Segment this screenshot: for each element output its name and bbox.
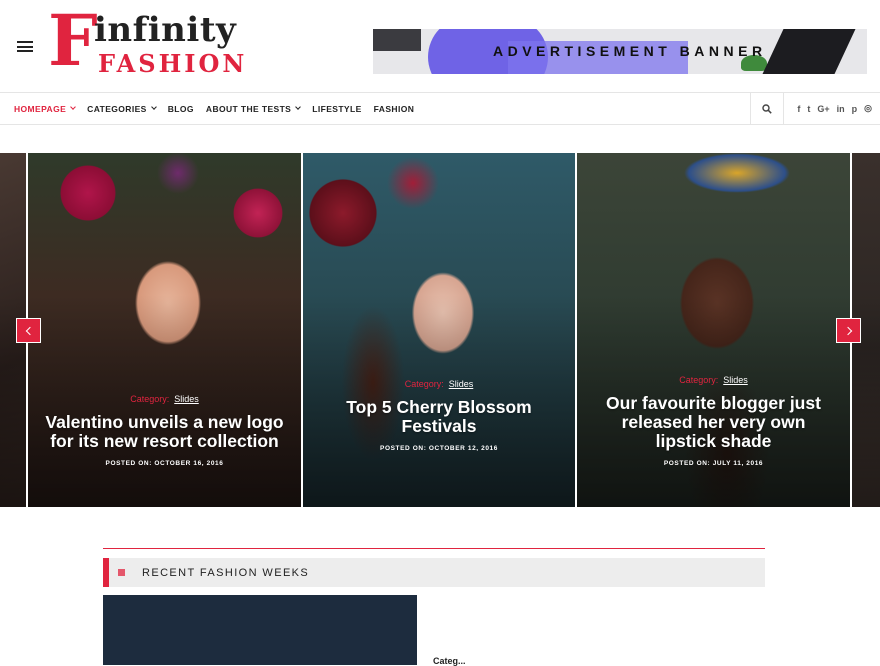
chevron-down-icon bbox=[150, 104, 157, 110]
ad-text: ADVERTISEMENT BANNER bbox=[493, 43, 767, 59]
category-prefix: Category: bbox=[679, 375, 719, 385]
featured-slider: Category: Slides Valentino unveils a new … bbox=[0, 153, 880, 507]
ad-shape bbox=[762, 29, 856, 74]
search-button[interactable] bbox=[750, 93, 785, 124]
category-link[interactable]: Slides bbox=[449, 379, 474, 389]
nav-item-blog[interactable]: BLOG bbox=[168, 104, 194, 114]
slide-card[interactable]: Category: Slides Our favourite blogger ju… bbox=[577, 153, 850, 507]
site-logo[interactable]: F infinity FASHION bbox=[48, 6, 258, 80]
category-link[interactable]: Slides bbox=[723, 375, 748, 385]
section-heading: RECENT FASHION WEEKS bbox=[142, 566, 310, 579]
section-divider bbox=[103, 548, 765, 549]
category-link[interactable]: Slides bbox=[174, 394, 199, 404]
chevron-right-icon bbox=[843, 326, 852, 335]
nav-item-fashion[interactable]: FASHION bbox=[374, 104, 415, 114]
nav-item-about-the-tests[interactable]: ABOUT THE TESTS bbox=[206, 104, 302, 114]
pinterest-icon[interactable]: p bbox=[852, 104, 858, 114]
square-bullet-icon bbox=[118, 569, 125, 576]
twitter-icon[interactable]: t bbox=[807, 104, 810, 114]
post-thumbnail[interactable] bbox=[103, 595, 417, 665]
menu-icon[interactable] bbox=[17, 41, 33, 52]
nav-tools: f t G+ in p ◎ bbox=[750, 93, 880, 124]
slide-caption: Category: Slides Valentino unveils a new … bbox=[28, 394, 301, 467]
post-category-label: Categ... bbox=[433, 656, 466, 666]
recent-fashion-weeks-section: RECENT FASHION WEEKS bbox=[103, 548, 765, 587]
facebook-icon[interactable]: f bbox=[797, 104, 800, 114]
google-plus-icon[interactable]: G+ bbox=[817, 104, 829, 114]
category-prefix: Category: bbox=[404, 379, 444, 389]
post-date: POSTED ON: OCTOBER 12, 2016 bbox=[380, 445, 498, 452]
logo-word-infinity: infinity bbox=[94, 10, 237, 50]
main-navigation: HOMEPAGE CATEGORIES BLOG ABOUT THE TESTS… bbox=[0, 92, 880, 125]
keyboard-graphic bbox=[373, 29, 421, 51]
category-prefix: Category: bbox=[130, 394, 170, 404]
slide-caption: Category: Slides Top 5 Cherry Blossom Fes… bbox=[303, 379, 575, 452]
slide-card[interactable]: Category: Slides Valentino unveils a new … bbox=[28, 153, 301, 507]
chevron-down-icon bbox=[70, 104, 77, 110]
nav-item-homepage[interactable]: HOMEPAGE bbox=[14, 104, 77, 114]
logo-word-fashion: FASHION bbox=[98, 49, 248, 78]
chevron-left-icon bbox=[25, 326, 34, 335]
site-header: F infinity FASHION ADVERTISEMENT BANNER bbox=[0, 0, 880, 92]
post-date: POSTED ON: JULY 11, 2016 bbox=[663, 460, 764, 467]
slide-card[interactable]: Category: Slides Top 5 Cherry Blossom Fes… bbox=[303, 153, 575, 507]
slide-title[interactable]: Valentino unveils a new logo for its new… bbox=[42, 413, 287, 451]
nav-item-lifestyle[interactable]: LIFESTYLE bbox=[312, 104, 361, 114]
section-heading-bar: RECENT FASHION WEEKS bbox=[103, 558, 765, 587]
instagram-icon[interactable]: ◎ bbox=[864, 103, 872, 114]
nav-menu: HOMEPAGE CATEGORIES BLOG ABOUT THE TESTS… bbox=[14, 93, 426, 124]
nav-item-categories[interactable]: CATEGORIES bbox=[87, 104, 157, 114]
slide-title[interactable]: Our favourite blogger just released her … bbox=[596, 394, 831, 451]
chevron-down-icon bbox=[295, 104, 302, 110]
social-links: f t G+ in p ◎ bbox=[784, 103, 880, 114]
slide-title[interactable]: Top 5 Cherry Blossom Festivals bbox=[334, 398, 544, 436]
slider-prev-button[interactable] bbox=[16, 318, 41, 343]
post-date: POSTED ON: OCTOBER 16, 2016 bbox=[105, 460, 224, 467]
search-icon bbox=[762, 103, 773, 114]
slide-caption: Category: Slides Our favourite blogger ju… bbox=[577, 375, 850, 467]
slider-next-button[interactable] bbox=[836, 318, 861, 343]
logo-letter: F bbox=[48, 0, 98, 82]
linkedin-icon[interactable]: in bbox=[837, 104, 845, 114]
advertisement-banner[interactable]: ADVERTISEMENT BANNER bbox=[373, 29, 867, 74]
